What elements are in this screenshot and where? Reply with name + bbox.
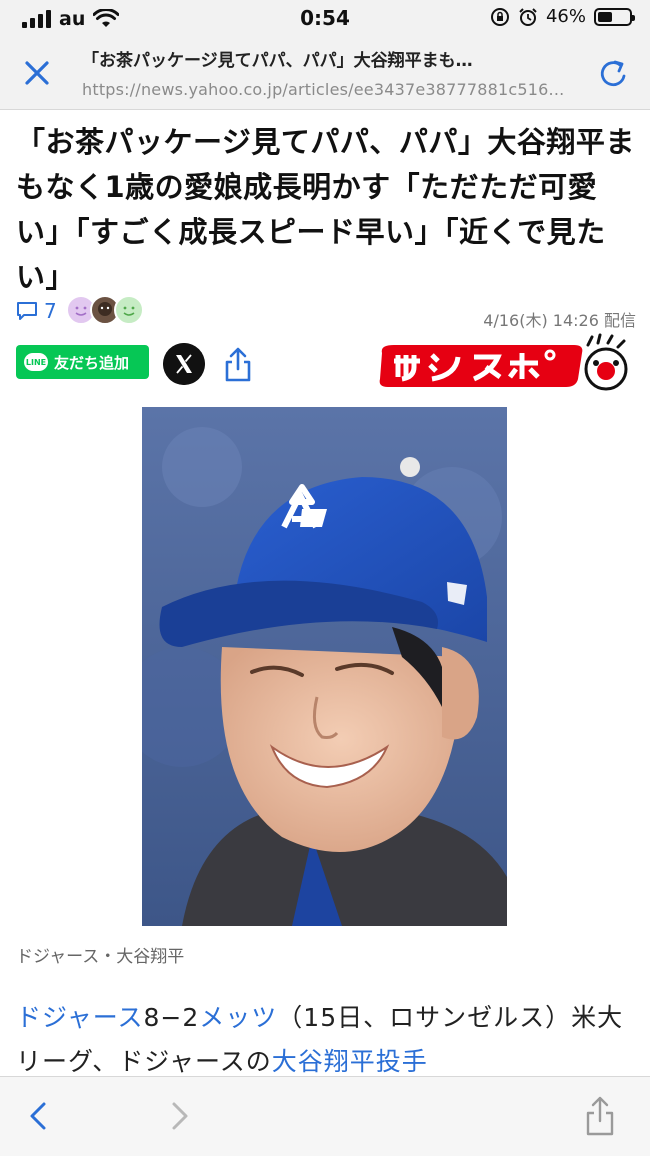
link-ohtani[interactable]: 大谷翔平投手 bbox=[272, 1047, 428, 1076]
alarm-icon bbox=[519, 7, 537, 26]
link-mets[interactable]: メッツ bbox=[199, 1003, 277, 1032]
status-bar: au 0:54 46% bbox=[0, 0, 650, 36]
line-add-friend-button[interactable]: LINE 友だち追加 bbox=[16, 345, 149, 379]
commenter-avatars[interactable] bbox=[66, 295, 144, 325]
browser-toolbar bbox=[0, 1076, 650, 1156]
share-row: LINE 友だち追加 bbox=[16, 333, 636, 391]
battery-icon bbox=[594, 7, 635, 26]
share-icon[interactable] bbox=[221, 345, 255, 383]
battery-level bbox=[598, 11, 612, 22]
share-icon[interactable] bbox=[584, 1095, 616, 1137]
reload-icon[interactable] bbox=[596, 56, 632, 92]
body-score: 8−2 bbox=[143, 1003, 200, 1032]
link-dodgers[interactable]: ドジャース bbox=[16, 1003, 144, 1032]
article-meta: 7 4/16(木) 14:26 配信 bbox=[16, 295, 636, 330]
battery-percent: 46% bbox=[545, 6, 586, 27]
rotation-lock-icon bbox=[490, 7, 509, 26]
photo-caption: ドジャース・大谷翔平 bbox=[16, 947, 185, 967]
comment-icon bbox=[17, 302, 37, 320]
browser-header: 「お茶パッケージ見てパパ、パパ」大谷翔平まも… https://news.yah… bbox=[0, 36, 650, 110]
article-headline: 「お茶パッケージ見てパパ、パパ」大谷翔平まもなく1歳の愛娘成長明かす「ただただ可… bbox=[16, 125, 635, 294]
article-body: ドジャース8−2メッツ（15日、ロサンゼルス）米大リーグ、ドジャースの大谷翔平投… bbox=[16, 996, 636, 1084]
publish-date: 4/16(木) 14:26 配信 bbox=[483, 311, 636, 330]
article-photo[interactable] bbox=[142, 407, 507, 926]
close-icon[interactable] bbox=[20, 56, 54, 90]
sanspo-logo[interactable] bbox=[374, 333, 636, 391]
avatar bbox=[114, 295, 144, 325]
back-icon[interactable] bbox=[24, 1099, 54, 1133]
line-logo-icon: LINE bbox=[24, 353, 48, 371]
url-text[interactable]: https://news.yahoo.co.jp/articles/ee3437… bbox=[82, 80, 572, 99]
comment-link[interactable]: 7 bbox=[16, 299, 57, 323]
comment-count: 7 bbox=[44, 299, 57, 323]
line-add-friend-label: 友だち追加 bbox=[54, 353, 130, 372]
forward-icon[interactable] bbox=[164, 1099, 194, 1133]
x-logo-icon[interactable] bbox=[163, 343, 205, 385]
page-title: 「お茶パッケージ見てパパ、パパ」大谷翔平まも… bbox=[82, 51, 473, 71]
